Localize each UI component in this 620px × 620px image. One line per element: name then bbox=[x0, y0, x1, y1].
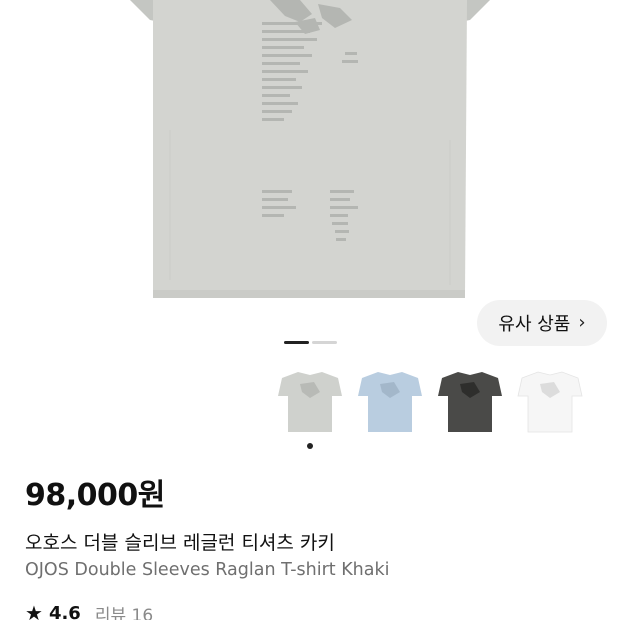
shirt-body bbox=[153, 0, 467, 297]
tshirt-thumbnail-blue bbox=[358, 372, 422, 432]
tshirt-thumbnail-charcoal bbox=[438, 372, 502, 432]
review-count-link[interactable]: 리뷰 16 bbox=[95, 601, 153, 620]
product-main-image bbox=[130, 0, 490, 298]
tshirt-thumbnail-white bbox=[517, 371, 583, 433]
product-price: 98,000원 bbox=[25, 478, 165, 513]
star-icon: ★ bbox=[25, 601, 43, 620]
rating-score: 4.6 bbox=[48, 602, 81, 620]
product-image-carousel[interactable] bbox=[0, 0, 620, 335]
color-option-charcoal[interactable] bbox=[430, 362, 510, 442]
rating-summary: ★ 4.6 리뷰 16 bbox=[25, 600, 153, 620]
color-options bbox=[270, 362, 610, 452]
product-name-english: OJOS Double Sleeves Raglan T-shirt Khaki bbox=[25, 560, 390, 580]
color-option-blue[interactable] bbox=[350, 362, 430, 442]
pager-indicator-active[interactable] bbox=[284, 341, 309, 344]
similar-products-button[interactable]: 유사 상품 › bbox=[477, 300, 607, 346]
image-pager bbox=[284, 341, 337, 344]
color-option-khaki[interactable] bbox=[270, 362, 350, 442]
tshirt-thumbnail-khaki bbox=[278, 372, 342, 432]
shirt-hem bbox=[153, 290, 465, 298]
color-option-white[interactable] bbox=[510, 362, 590, 442]
similar-products-label: 유사 상품 bbox=[498, 314, 571, 335]
pager-indicator[interactable] bbox=[312, 341, 337, 344]
product-name-korean: 오호스 더블 슬리브 레글런 티셔츠 카키 bbox=[25, 532, 335, 554]
selected-color-indicator bbox=[307, 443, 313, 449]
chevron-right-icon: › bbox=[578, 312, 586, 333]
